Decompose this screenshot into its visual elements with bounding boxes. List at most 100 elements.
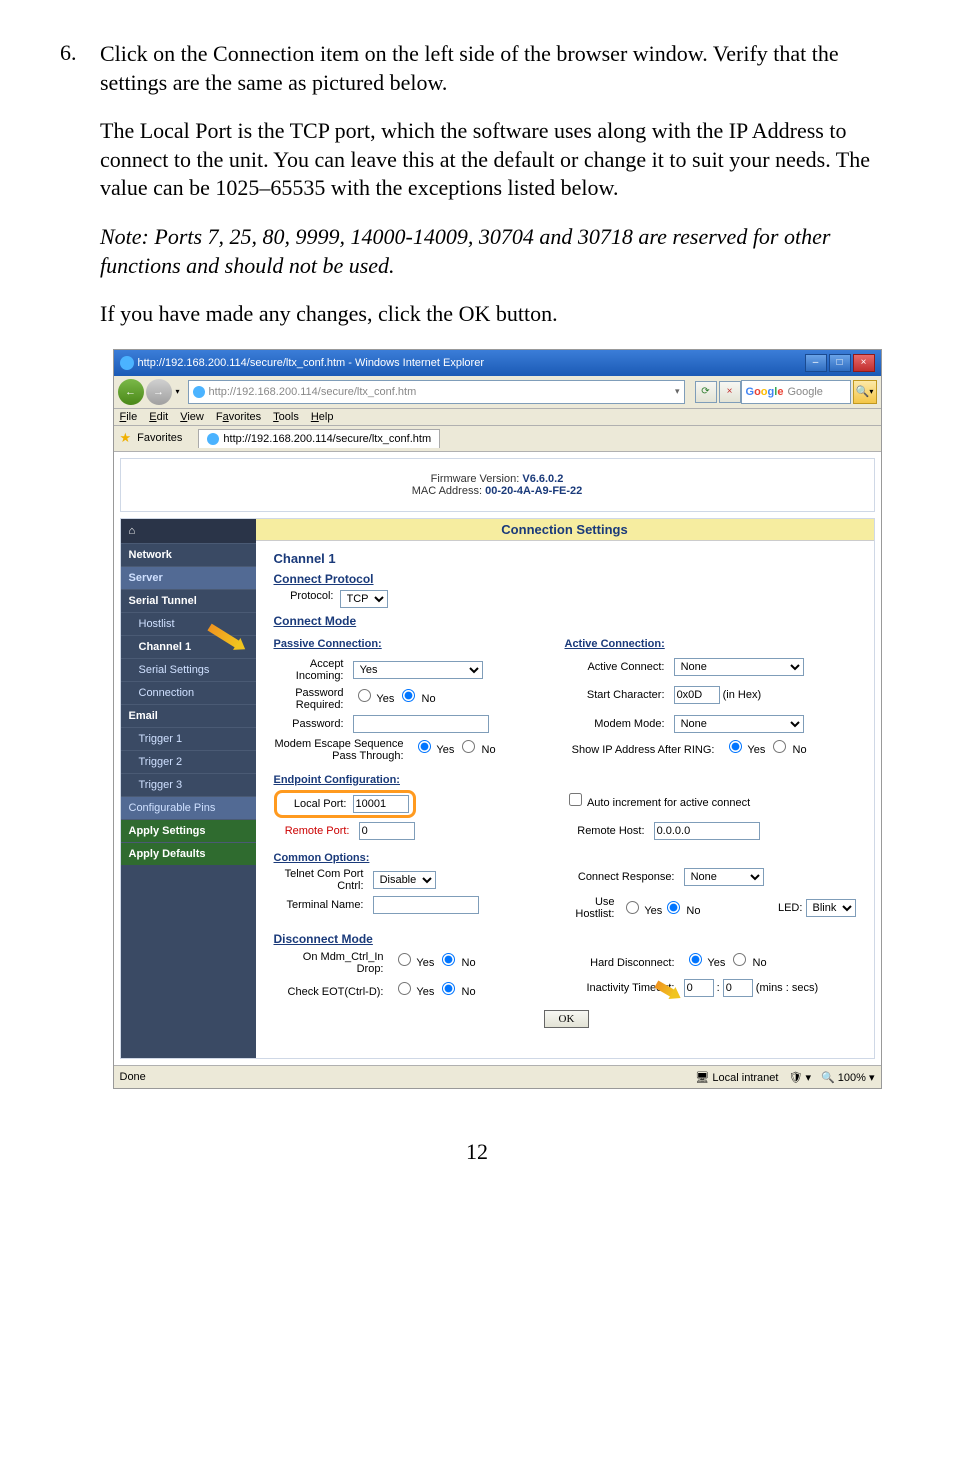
menu-edit[interactable]: Edit <box>149 411 168 423</box>
nav-trigger2[interactable]: Trigger 2 <box>121 750 256 773</box>
inactivity-mins-input[interactable] <box>684 979 714 997</box>
modem-mode-select[interactable]: None <box>674 715 804 733</box>
menu-view[interactable]: View <box>180 411 204 423</box>
show-ip-label: Show IP Address After RING: <box>565 744 721 756</box>
check-eot-label: Check EOT(Ctrl-D): <box>274 986 390 998</box>
nav-trigger1[interactable]: Trigger 1 <box>121 727 256 750</box>
forward-button[interactable]: → <box>146 379 172 405</box>
nav-home[interactable]: ⌂ <box>121 519 256 543</box>
zoom-control[interactable]: 🔍 100% ▾ <box>821 1071 874 1084</box>
on-mdm-yes[interactable]: Yes <box>393 957 435 969</box>
nav-channel1[interactable]: Channel 1 <box>121 635 256 658</box>
menu-bar: File Edit View Favorites Tools Help <box>114 409 881 426</box>
side-nav: ⌂ Network Server Serial Tunnel Hostlist … <box>121 519 256 1058</box>
remote-port-input[interactable] <box>359 822 415 840</box>
nav-server[interactable]: Server <box>121 566 256 589</box>
stop-button[interactable]: × <box>719 381 741 403</box>
password-input[interactable] <box>353 715 489 733</box>
status-bar: Done 🖥 Local intranet 🛡 ▾ 🔍 100% ▾ <box>114 1065 881 1088</box>
on-mdm-no[interactable]: No <box>437 957 475 969</box>
fw-version-value: V6.6.0.2 <box>522 473 563 485</box>
use-hostlist-yes[interactable]: Yes <box>621 898 663 917</box>
connect-mode-title: Connect Mode <box>274 614 856 628</box>
paragraph-2: The Local Port is the TCP port, which th… <box>100 117 894 203</box>
ie-window: http://192.168.200.114/secure/ltx_conf.h… <box>113 349 882 1089</box>
stop-icon: × <box>727 386 733 397</box>
accept-incoming-select[interactable]: Yes <box>353 661 483 679</box>
nav-configurable-pins[interactable]: Configurable Pins <box>121 796 256 819</box>
check-eot-yes[interactable]: Yes <box>393 986 435 998</box>
nav-connection[interactable]: Connection <box>121 681 256 704</box>
check-eot-no[interactable]: No <box>437 986 475 998</box>
endpoint-config-title: Endpoint Configuration: <box>274 774 856 786</box>
refresh-button[interactable]: ⟳ <box>695 381 717 403</box>
show-ip-no[interactable]: No <box>768 744 806 756</box>
modem-escape-no[interactable]: No <box>457 744 495 756</box>
status-zone: 🖥 Local intranet <box>695 1071 778 1084</box>
hard-disconnect-no[interactable]: No <box>728 957 766 969</box>
password-required-no[interactable]: No <box>397 693 435 705</box>
close-button[interactable]: × <box>853 354 875 372</box>
search-input[interactable]: Google Google <box>741 380 851 404</box>
terminal-name-input[interactable] <box>373 896 479 914</box>
ok-button[interactable]: OK <box>544 1010 590 1028</box>
nav-serial-tunnel[interactable]: Serial Tunnel <box>121 589 256 612</box>
in-hex-label: (in Hex) <box>723 689 762 701</box>
start-character-label: Start Character: <box>565 689 671 701</box>
nav-email[interactable]: Email <box>121 704 256 727</box>
menu-file[interactable]: File <box>120 411 138 423</box>
password-required-label: Password Required: <box>274 687 350 711</box>
menu-favorites[interactable]: Favorites <box>216 411 261 423</box>
refresh-icon: ⟳ <box>701 386 709 397</box>
local-port-label: Local Port: <box>281 798 353 810</box>
common-options-title: Common Options: <box>274 852 856 864</box>
start-character-input[interactable] <box>674 686 720 704</box>
protocol-select[interactable]: TCP <box>340 590 388 608</box>
nav-network[interactable]: Network <box>121 543 256 566</box>
local-port-input[interactable] <box>353 795 409 813</box>
tab-title: http://192.168.200.114/secure/ltx_conf.h… <box>223 433 431 445</box>
passive-connection-title: Passive Connection: <box>274 638 565 650</box>
nav-hostlist[interactable]: Hostlist <box>121 612 256 635</box>
auto-increment-checkbox[interactable]: Auto increment for active connect <box>565 797 751 809</box>
search-icon: 🔍 <box>856 385 870 398</box>
ie-icon <box>120 356 134 370</box>
favorites-star-icon[interactable]: ★ <box>120 430 132 446</box>
password-required-yes[interactable]: Yes <box>353 693 395 705</box>
paragraph-note: Note: Ports 7, 25, 80, 9999, 14000-14009… <box>100 223 894 280</box>
nav-apply-defaults[interactable]: Apply Defaults <box>121 842 256 865</box>
fw-version-label: Firmware Version: <box>431 473 520 485</box>
nav-apply-settings[interactable]: Apply Settings <box>121 819 256 842</box>
menu-help[interactable]: Help <box>311 411 334 423</box>
list-number: 6. <box>60 40 100 1109</box>
show-ip-yes[interactable]: Yes <box>724 744 766 756</box>
connection-settings-title: Connection Settings <box>256 519 874 541</box>
address-bar[interactable]: http://192.168.200.114/secure/ltx_conf.h… <box>188 380 685 404</box>
remote-host-input[interactable] <box>654 822 760 840</box>
hard-disconnect-yes[interactable]: Yes <box>684 957 726 969</box>
telnet-select[interactable]: Disable <box>373 871 436 889</box>
maximize-button[interactable]: □ <box>829 354 851 372</box>
led-select[interactable]: Blink <box>806 899 856 917</box>
page-number: 12 <box>60 1139 894 1165</box>
modem-escape-yes[interactable]: Yes <box>413 744 455 756</box>
inactivity-secs-input[interactable] <box>723 979 753 997</box>
use-hostlist-no[interactable]: No <box>662 898 700 917</box>
paragraph-4: If you have made any changes, click the … <box>100 300 894 329</box>
browser-tab[interactable]: http://192.168.200.114/secure/ltx_conf.h… <box>198 429 440 448</box>
protected-mode-icon[interactable]: 🛡 ▾ <box>788 1071 811 1084</box>
nav-serial-settings[interactable]: Serial Settings <box>121 658 256 681</box>
address-dropdown-icon[interactable]: ▾ <box>675 386 680 397</box>
minimize-button[interactable]: – <box>805 354 827 372</box>
nav-history-dropdown[interactable]: ▾ <box>176 387 180 396</box>
paragraph-1: Click on the Connection item on the left… <box>100 40 894 97</box>
back-button[interactable]: ← <box>118 379 144 405</box>
connect-response-select[interactable]: None <box>684 868 764 886</box>
search-placeholder: Google <box>787 386 822 398</box>
nav-trigger3[interactable]: Trigger 3 <box>121 773 256 796</box>
search-button[interactable]: 🔍▾ <box>853 380 877 404</box>
active-connect-select[interactable]: None <box>674 658 804 676</box>
menu-tools[interactable]: Tools <box>273 411 299 423</box>
disconnect-mode-title: Disconnect Mode <box>274 932 856 946</box>
on-mdm-ctrl-label: On Mdm_Ctrl_In Drop: <box>274 951 390 975</box>
